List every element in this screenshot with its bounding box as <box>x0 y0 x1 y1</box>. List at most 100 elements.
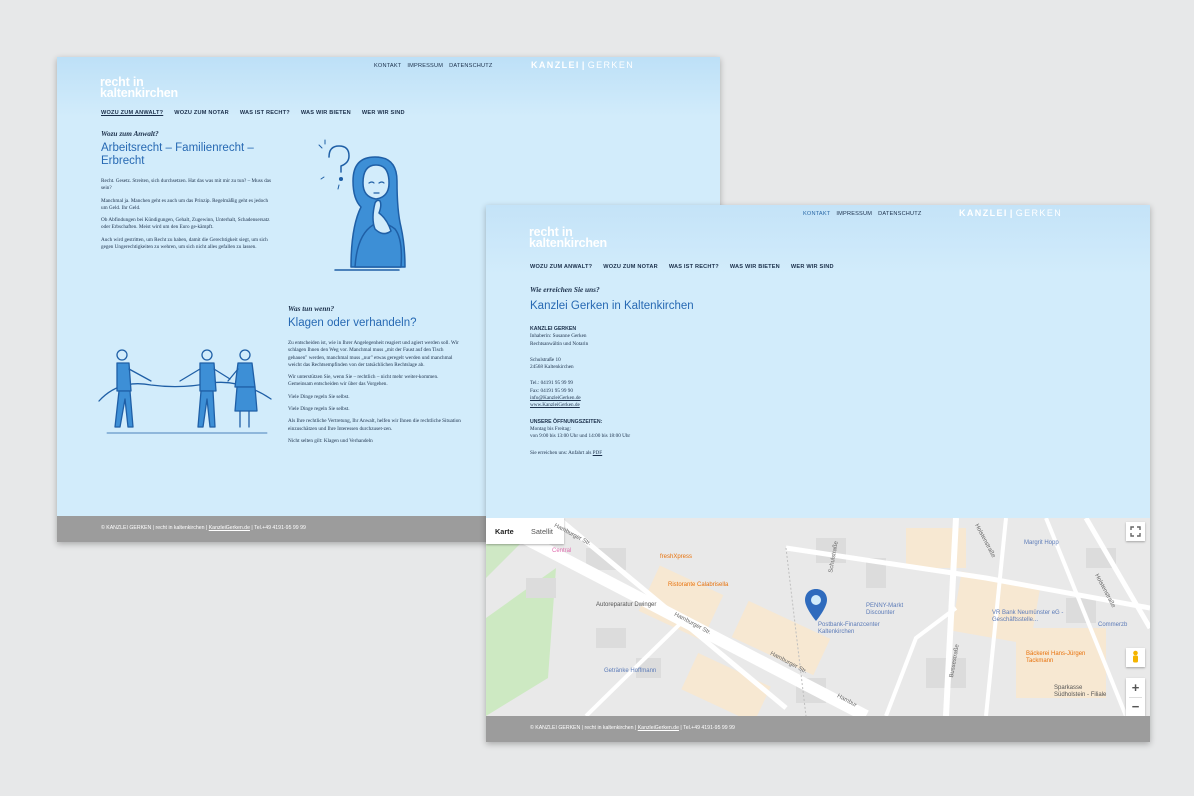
contact-tel: Tel.: 04191 95 99 99 <box>530 380 574 387</box>
section-title-line-2: Erbrecht <box>101 155 145 167</box>
top-links: KONTAKT IMPRESSUM DATENSCHUTZ <box>374 63 499 69</box>
poi-margrit-hopp[interactable]: Margrit Hopp <box>1024 540 1059 546</box>
top-link-datenschutz[interactable]: DATENSCHUTZ <box>878 211 921 217</box>
section-body-2: Zu entscheiden ist, wie in Ihrer Angeleg… <box>288 340 463 450</box>
site-logo[interactable]: recht in kaltenkirchen <box>529 226 607 250</box>
poi-autoreparatur[interactable]: Autoreparatur Dwinger <box>596 602 656 608</box>
poi-freshxpress[interactable]: freshXpress <box>660 554 692 560</box>
paragraph: Viele Dinge regeln Sie selbst. <box>288 406 350 413</box>
poi-baeckerei[interactable]: Bäckerei Hans-Jürgen Tackmann <box>1026 651 1096 665</box>
paragraph: Zu entscheiden ist, wie in Ihrer Angeleg… <box>288 340 459 368</box>
paragraph: Wir unterstützen Sie, wenn Sie – rechtli… <box>288 374 439 388</box>
section-kicker: Wozu zum Anwalt? <box>101 129 159 138</box>
hours-title: UNSERE ÖFFNUNGSZEITEN: <box>530 418 603 425</box>
top-link-kontakt[interactable]: KONTAKT <box>374 63 401 69</box>
paragraph: Nicht selten gilt: Klagen und Verhandeln <box>288 437 373 444</box>
footer-phone: | Tel.+49 4191-95 99 99 <box>678 725 735 731</box>
directions-text: Sie erreichen uns: Anfahrt als <box>530 449 593 456</box>
main-nav: WOZU ZUM ANWALT? WOZU ZUM NOTAR WAS IST RE… <box>530 264 845 270</box>
map-tab-satellite[interactable]: Satellit <box>531 527 553 536</box>
top-link-kontakt[interactable]: KONTAKT <box>803 211 830 217</box>
brand-part-a: KANZLEI <box>959 208 1008 218</box>
fullscreen-button[interactable] <box>1126 522 1145 541</box>
brand-part-b: GERKEN <box>587 60 635 70</box>
paragraph: Manchmal ja. Manchen geht es auch um das… <box>101 197 269 211</box>
poi-vr-bank[interactable]: VR Bank Neumünster eG - Geschäftsstelle.… <box>992 610 1064 624</box>
footer-text: © KANZLEI GERKEN | recht in kaltenkirche… <box>530 725 735 731</box>
footer-copyright: © KANZLEI GERKEN | recht in kaltenkirche… <box>101 525 209 531</box>
contact-fax: Fax: 04191 95 99 90 <box>530 387 573 394</box>
poi-commerzbank[interactable]: Commerzb <box>1098 622 1127 628</box>
nav-item-wer[interactable]: WER WIR SIND <box>791 264 834 270</box>
fullscreen-icon <box>1130 526 1141 537</box>
website-screenshot-contact-page: KONTAKT IMPRESSUM DATENSCHUTZ KANZLEI | GERK… <box>486 205 1150 742</box>
brand-logo[interactable]: KANZLEI | GERKEN <box>531 60 634 70</box>
site-logo[interactable]: recht in kaltenkirchen <box>100 76 178 100</box>
brand-divider: | <box>581 60 586 70</box>
nav-item-anwalt[interactable]: WOZU ZUM ANWALT? <box>530 264 592 270</box>
directions-pdf-link[interactable]: PDF <box>593 450 603 456</box>
nav-item-notar[interactable]: WOZU ZUM NOTAR <box>174 110 229 116</box>
zoom-out-button[interactable]: − <box>1126 697 1145 716</box>
main-nav: WOZU ZUM ANWALT? WOZU ZUM NOTAR WAS IST RE… <box>101 110 416 116</box>
contact-web-link[interactable]: www.KanzleiGerken.de <box>530 402 770 409</box>
contact-street: Schulstraße 10 <box>530 356 561 363</box>
contact-role: Rechtsanwältin und Notarin <box>530 340 589 347</box>
nav-item-wer[interactable]: WER WIR SIND <box>362 110 405 116</box>
tug-of-war-illustration <box>98 349 272 434</box>
top-link-datenschutz[interactable]: DATENSCHUTZ <box>449 63 492 69</box>
nav-item-bieten[interactable]: WAS WIR BIETEN <box>301 110 351 116</box>
section-kicker: Wie erreichen Sie uns? <box>530 285 600 294</box>
footer-phone: | Tel.+49 4191-95 99 99 <box>249 525 306 531</box>
location-pin-icon[interactable] <box>804 588 828 622</box>
section-kicker-2: Was tun wenn? <box>288 304 335 313</box>
hours-days: Montag bis Freitag: <box>530 425 571 432</box>
google-map[interactable]: Karte Satellit + − Central freshXpress R… <box>486 518 1150 716</box>
logo-line-2: kaltenkirchen <box>100 85 178 100</box>
footer-copyright: © KANZLEI GERKEN | recht in kaltenkirche… <box>530 725 638 731</box>
brand-divider: | <box>1009 208 1014 218</box>
paragraph: Viele Dinge regeln Sie selbst. <box>288 393 350 400</box>
zoom-control: + − <box>1126 678 1145 716</box>
top-link-impressum[interactable]: IMPRESSUM <box>407 63 443 69</box>
pegman-icon <box>1133 650 1138 663</box>
paragraph: Auch wird gestritten, um Recht zu haben,… <box>101 236 268 251</box>
zoom-in-button[interactable]: + <box>1126 678 1145 697</box>
nav-item-bieten[interactable]: WAS WIR BIETEN <box>730 264 780 270</box>
contact-company: KANZLEI GERKEN <box>530 326 577 332</box>
poi-central[interactable]: Central <box>552 548 571 554</box>
nav-item-notar[interactable]: WOZU ZUM NOTAR <box>603 264 658 270</box>
contact-city: 24568 Kaltenkirchen <box>530 364 574 371</box>
top-links: KONTAKT IMPRESSUM DATENSCHUTZ <box>803 211 928 217</box>
section-title: Arbeitsrecht – Familienrecht – Erbrecht <box>101 142 301 168</box>
paragraph: Recht. Gesetz. Streiten, sich durchsetze… <box>101 178 271 192</box>
contact-block: KANZLEI GERKEN Inhaberin: Susanne Gerken… <box>530 326 770 457</box>
poi-getraenke[interactable]: Getränke Hoffmann <box>604 668 656 674</box>
hours-time: von 9:00 bis 13:00 Uhr und 14:00 bis 18:… <box>530 433 631 440</box>
brand-part-b: GERKEN <box>1015 208 1063 218</box>
thinking-woman-illustration <box>318 139 406 271</box>
map-tab-karte[interactable]: Karte <box>495 527 514 536</box>
brand-part-a: KANZLEI <box>531 60 580 70</box>
poi-postbank[interactable]: Postbank-Finanzcenter Kaltenkirchen <box>818 622 888 636</box>
top-link-impressum[interactable]: IMPRESSUM <box>836 211 872 217</box>
poi-penny[interactable]: PENNY-Markt Discounter <box>866 603 916 617</box>
section-title: Kanzlei Gerken in Kaltenkirchen <box>530 300 694 312</box>
poi-calabrisella[interactable]: Ristorante Calabrisella <box>668 582 728 588</box>
brand-logo[interactable]: KANZLEI | GERKEN <box>959 208 1062 218</box>
nav-item-anwalt[interactable]: WOZU ZUM ANWALT? <box>101 110 163 116</box>
logo-line-2: kaltenkirchen <box>529 235 607 250</box>
contact-email-link[interactable]: info@KanzleiGerken.de <box>530 395 770 402</box>
nav-item-recht[interactable]: WAS IST RECHT? <box>240 110 290 116</box>
directions: Sie erreichen uns: Anfahrt als PDF <box>530 450 770 457</box>
section-title-2: Klagen oder verhandeln? <box>288 317 417 329</box>
footer-link[interactable]: KanzleiGerken.de <box>209 525 250 531</box>
section-title-line-1: Arbeitsrecht – Familienrecht – <box>101 142 254 154</box>
street-view-pegman[interactable] <box>1126 648 1145 667</box>
section-body: Recht. Gesetz. Streiten, sich durchsetze… <box>101 178 273 256</box>
paragraph: Ob Abfindungen bei Kündigungen, Gehalt, … <box>101 217 270 231</box>
footer-link[interactable]: KanzleiGerken.de <box>638 725 679 731</box>
poi-sparkasse[interactable]: Sparkasse Südholstein - Filiale <box>1054 685 1114 699</box>
nav-item-recht[interactable]: WAS IST RECHT? <box>669 264 719 270</box>
site-footer: © KANZLEI GERKEN | recht in kaltenkirche… <box>486 716 1150 742</box>
